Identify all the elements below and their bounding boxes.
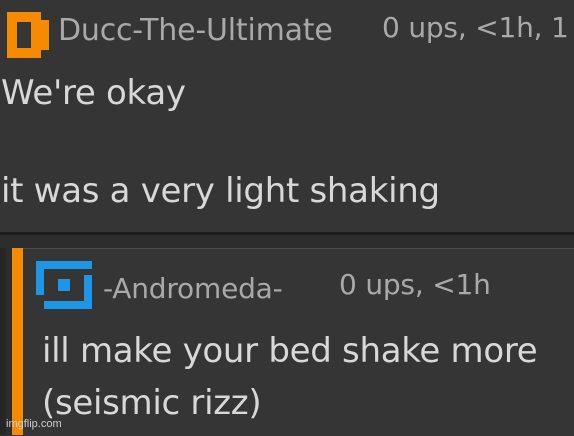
thread-guide — [0, 248, 6, 435]
reply-username[interactable]: -Andromeda- — [103, 272, 283, 305]
comment-meta: 0 ups, <1h, 1 — [382, 11, 569, 44]
reply-text-line: (seismic rizz) — [42, 383, 262, 423]
comment-username[interactable]: Ducc-The-Ultimate — [58, 13, 333, 48]
reply-text-line: ill make your bed shake more — [42, 331, 538, 371]
watermark: imgflip.com — [6, 418, 62, 430]
reply-accent-bar — [12, 248, 23, 435]
reply-meta: 0 ups, <1h — [339, 268, 491, 301]
comment-text-line: We're okay — [1, 73, 186, 113]
orange-square-avatar-icon[interactable] — [7, 12, 49, 58]
comment-text-line: it was a very light shaking — [1, 171, 440, 211]
blue-spiral-avatar-icon[interactable] — [36, 261, 92, 309]
